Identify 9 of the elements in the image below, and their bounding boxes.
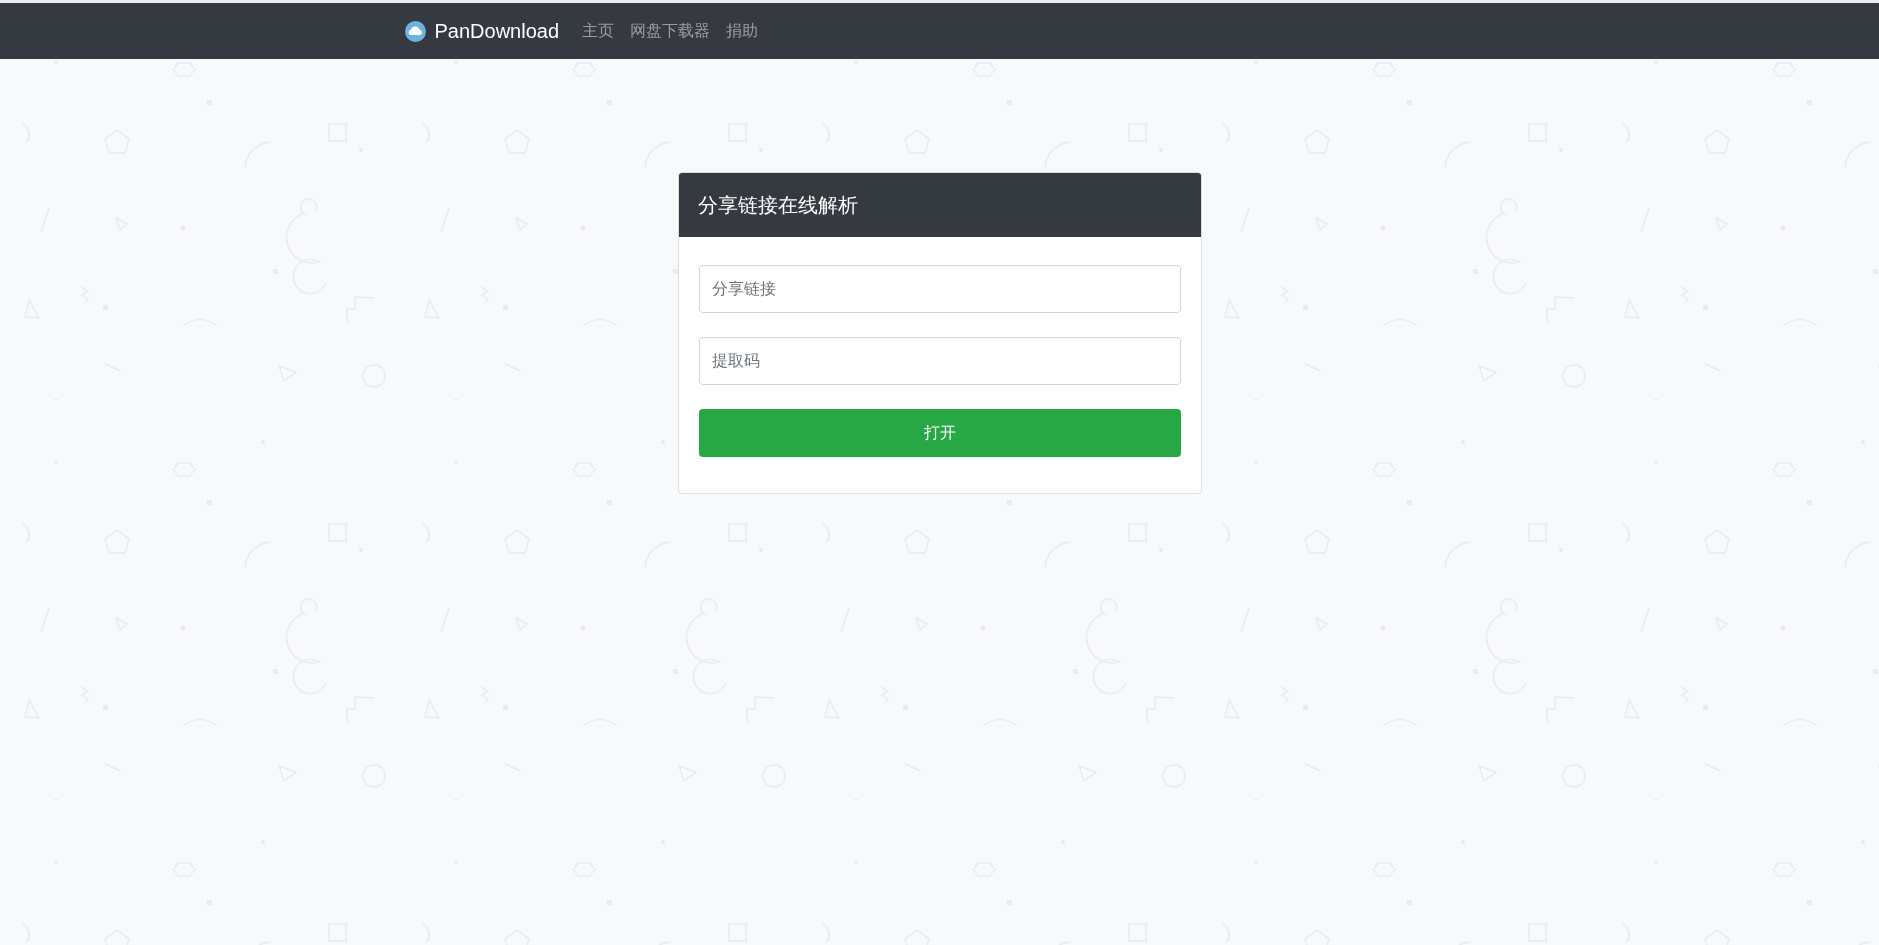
- nav-link[interactable]: 网盘下载器: [630, 19, 711, 43]
- nav-link[interactable]: 捐助: [726, 19, 759, 43]
- input-field[interactable]: 分享链接: [698, 265, 1181, 313]
- card-title: 分享链接在线解析: [697, 193, 858, 218]
- brand-link[interactable]: PanDownload: [404, 16, 560, 46]
- nav-link[interactable]: 主页: [582, 19, 615, 43]
- input-field[interactable]: 提取码: [698, 337, 1181, 385]
- open-button[interactable]: 打开: [698, 409, 1181, 457]
- cloud-icon: [404, 20, 426, 42]
